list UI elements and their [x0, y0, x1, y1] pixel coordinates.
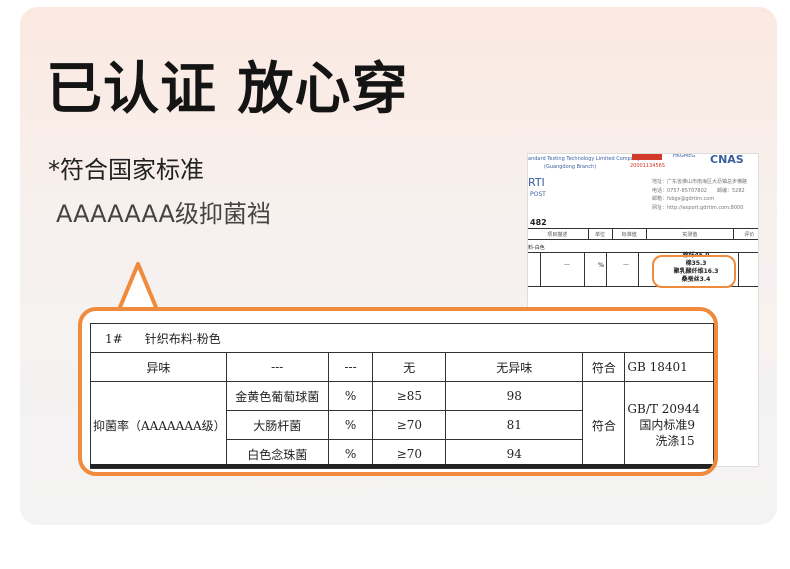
report-company-line1: andard Testing Technology Limited Compan…	[528, 156, 640, 162]
ilac-logo-icon: HKGMEG	[673, 153, 696, 159]
report-post: POST	[530, 191, 546, 198]
sample-name: 针织布料-粉色	[144, 331, 221, 346]
cma-number: 2000113456S	[630, 163, 665, 169]
report-number: 482	[530, 218, 547, 227]
cma-logo-icon	[632, 154, 662, 160]
cnas-logo-icon: CNAS	[710, 153, 744, 166]
sample-id: 1#	[105, 331, 123, 346]
table-row: 异味 --- --- 无 无异味 符合 GB 18401	[90, 352, 714, 382]
table-row: 抑菌率（AAAAAAA级） 金黄色葡萄球菌 % ≥85 98 符合 GB/T 2…	[90, 381, 714, 469]
table-bottom-border	[90, 464, 714, 468]
report-address: 地址：广东省佛山市南海区大沥镇总步横路 电话：0757-85707802 邮编：…	[652, 179, 748, 211]
test-result-bubble: 1# 针织布料-粉色 异味 --- --- 无 无异味 符合 GB 18401 抑…	[78, 307, 718, 476]
report-unit: %	[598, 262, 605, 269]
headline: 已认证 放心穿	[46, 57, 409, 122]
highlight-oval	[652, 255, 736, 288]
report-section: 料-白色	[528, 245, 545, 251]
report-company-line2: (Guangdong Branch)	[544, 164, 597, 170]
antibacterial-label: 抑菌率（AAAAAAA级）	[90, 381, 227, 469]
report-header-table: 项目描述 单位 标准值 实测值 评价	[528, 228, 758, 240]
report-dash: —	[564, 261, 570, 268]
report-mark: RTI	[528, 176, 545, 189]
grade-label: AAAAAAA级抑菌裆	[56, 200, 271, 228]
report-dash-2: —	[623, 261, 629, 268]
antibacterial-result: 符合	[582, 381, 626, 469]
antibacterial-method: GB/T 20944 国内标准9 洗涤15	[624, 381, 714, 469]
sample-header-row: 1# 针织布料-粉色	[90, 323, 714, 353]
standard-note: *符合国家标准	[48, 156, 204, 184]
test-result-table: 1# 针织布料-粉色 异味 --- --- 无 无异味 符合 GB 18401 抑…	[90, 323, 714, 469]
